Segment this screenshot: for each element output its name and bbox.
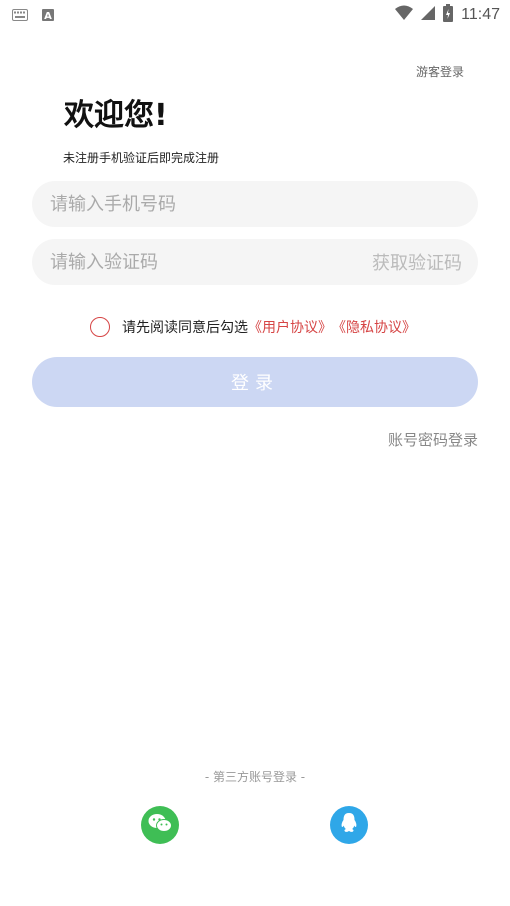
a-icon: A [42, 6, 54, 25]
phone-input[interactable] [48, 192, 462, 216]
phone-field[interactable] [32, 181, 478, 227]
status-bar: A 11:47 [0, 0, 510, 28]
wechat-login-button[interactable] [141, 806, 179, 844]
agreement-text: 请先阅读同意后勾选 [122, 320, 248, 336]
battery-icon [443, 4, 454, 26]
agreement-row: 请先阅读同意后勾选 《用户协议》 《隐私协议》 [90, 317, 416, 337]
keyboard-icon [12, 6, 28, 25]
code-field[interactable]: 获取验证码 [32, 239, 478, 285]
wechat-icon [148, 813, 172, 837]
page-title: 欢迎您! [64, 98, 168, 133]
qq-login-button[interactable] [330, 806, 368, 844]
welcome-subtitle: 未注册手机验证后即完成注册 [63, 151, 220, 165]
status-time: 11:47 [461, 6, 500, 23]
svg-text:A: A [44, 11, 52, 21]
third-party-login-title: - 第三方账号登录 - [204, 770, 306, 784]
guest-login-link[interactable]: 游客登录 [416, 63, 464, 80]
wifi-icon [395, 5, 414, 25]
user-agreement-link[interactable]: 《用户协议》 [248, 317, 332, 337]
login-button[interactable]: 登录 [32, 357, 478, 407]
qq-icon [340, 812, 358, 838]
get-code-button[interactable]: 获取验证码 [372, 249, 462, 275]
agreement-checkbox[interactable] [90, 317, 110, 337]
account-password-login-link[interactable]: 账号密码登录 [388, 429, 478, 450]
signal-icon [421, 5, 436, 25]
verification-code-input[interactable] [48, 250, 372, 274]
privacy-agreement-link[interactable]: 《隐私协议》 [332, 317, 416, 337]
